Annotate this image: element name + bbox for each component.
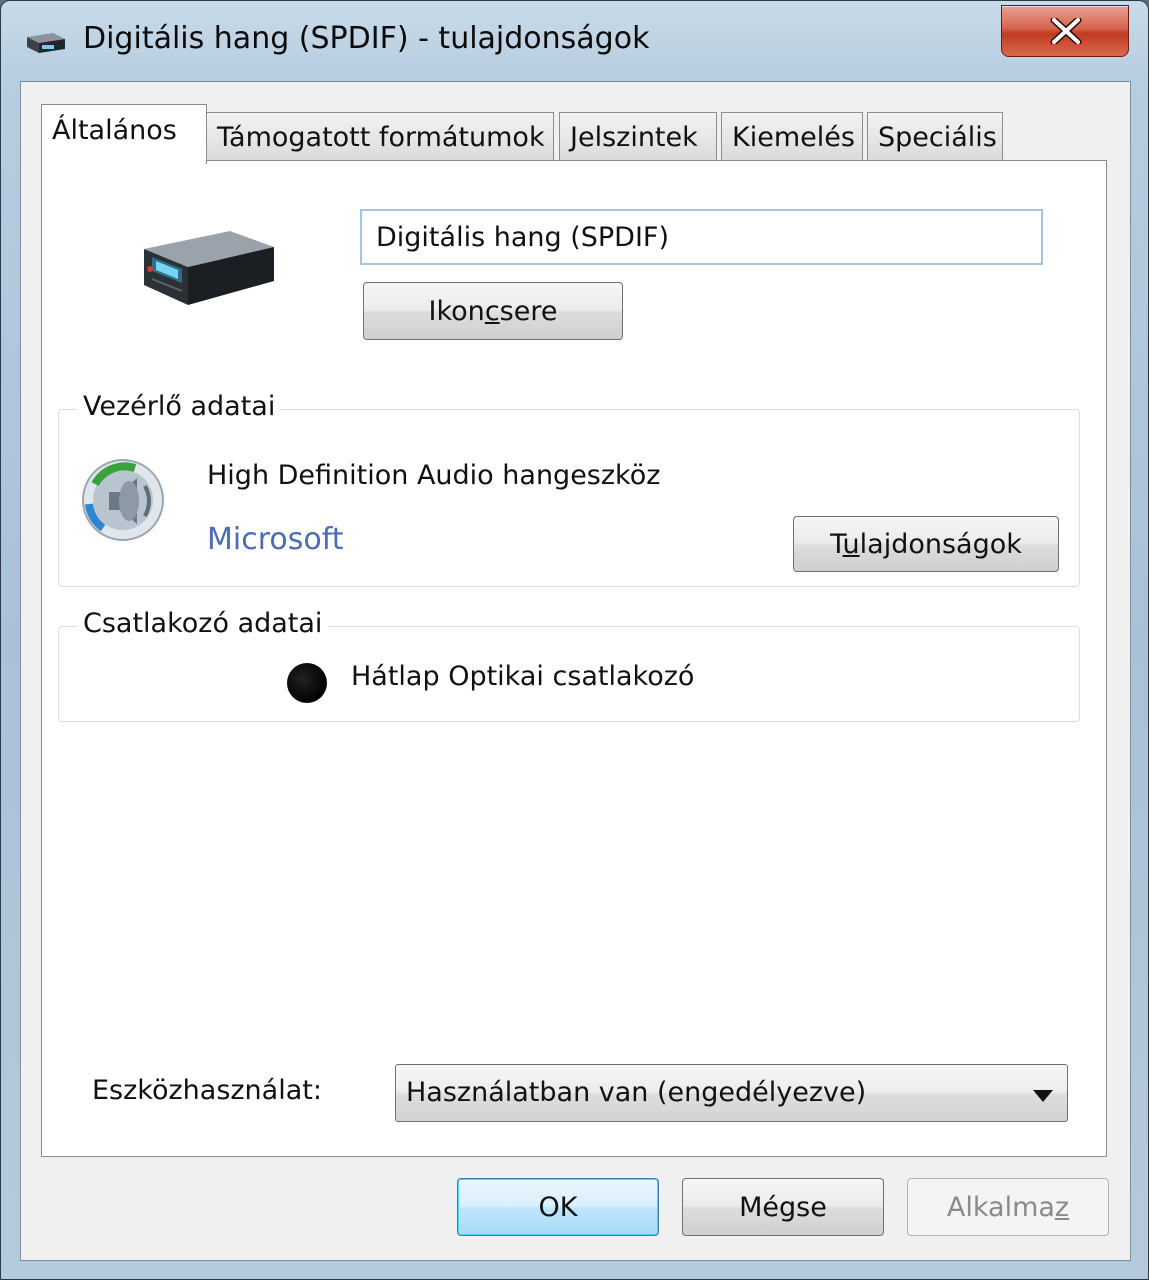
audio-device-icon	[23, 29, 67, 55]
close-icon	[1050, 18, 1082, 44]
tab-levels[interactable]: Jelszintek	[559, 112, 717, 162]
tab-supported-formats[interactable]: Támogatott formátumok	[206, 112, 554, 162]
tab-advanced[interactable]: Speciális	[867, 112, 1003, 162]
tab-general[interactable]: Általános	[41, 104, 207, 164]
ok-button[interactable]: OK	[457, 1178, 659, 1236]
jack-color-indicator	[287, 663, 327, 703]
window-title: Digitális hang (SPDIF) - tulajdonságok	[83, 21, 650, 56]
tab-panel-general: Ikoncsere Vezérlő adatai High Definition…	[41, 160, 1107, 1157]
audio-device-icon	[142, 229, 276, 311]
connector-info-group: Csatlakozó adatai Hátlap Optikai csatlak…	[58, 608, 1080, 722]
device-usage-label: Eszközhasználat:	[92, 1075, 322, 1106]
connector-info-legend: Csatlakozó adatai	[77, 608, 329, 639]
device-name-input[interactable]	[360, 209, 1043, 265]
controller-vendor: Microsoft	[207, 522, 344, 557]
apply-button[interactable]: Alkalmaz	[907, 1178, 1109, 1236]
controller-properties-button[interactable]: Tulajdonságok	[793, 516, 1059, 572]
properties-window: Digitális hang (SPDIF) - tulajdonságok Á…	[0, 0, 1149, 1280]
tab-enhancements[interactable]: Kiemelés	[721, 112, 863, 162]
change-icon-button[interactable]: Ikoncsere	[363, 282, 623, 340]
close-button[interactable]	[1001, 5, 1129, 57]
controller-info-group: Vezérlő adatai High Definition Audio han…	[58, 391, 1080, 587]
title-bar[interactable]: Digitális hang (SPDIF) - tulajdonságok	[1, 1, 1148, 81]
dropdown-arrow-icon	[1033, 1087, 1053, 1106]
device-usage-dropdown[interactable]: Használatban van (engedélyezve)	[395, 1064, 1068, 1122]
controller-name: High Definition Audio hangeszköz	[207, 460, 661, 491]
connector-label: Hátlap Optikai csatlakozó	[351, 661, 695, 692]
cancel-button[interactable]: Mégse	[682, 1178, 884, 1236]
speaker-icon	[79, 456, 171, 552]
device-usage-selected: Használatban van (engedélyezve)	[406, 1077, 867, 1108]
dialog-client-area: Általános Támogatott formátumok Jelszint…	[20, 81, 1131, 1261]
controller-info-legend: Vezérlő adatai	[77, 391, 282, 422]
